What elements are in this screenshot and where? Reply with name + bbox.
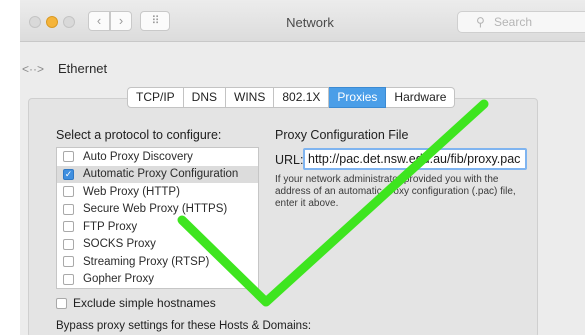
url-label: URL: <box>275 153 304 167</box>
tab-proxies[interactable]: Proxies <box>329 87 387 108</box>
protocol-heading: Select a protocol to configure: <box>56 128 222 142</box>
search-field[interactable]: ⚲ Search <box>457 11 585 33</box>
protocol-label: Gopher Proxy <box>83 273 154 286</box>
pac-help-text: If your network administrator provided y… <box>275 174 516 209</box>
minimize-window-button[interactable] <box>46 16 58 28</box>
pane-back-icon[interactable]: <··> <box>22 58 50 80</box>
protocol-label: Web Proxy (HTTP) <box>83 185 180 198</box>
protocol-row-socks-proxy[interactable]: SOCKS Proxy <box>57 236 258 254</box>
tab-hardware[interactable]: Hardware <box>386 87 456 108</box>
pac-url-input[interactable]: http://pac.det.nsw.edu.au/fib/proxy.pac <box>303 148 527 170</box>
protocol-checkbox-checked[interactable]: ✓ <box>63 168 74 180</box>
zoom-window-button[interactable] <box>63 16 75 28</box>
protocol-label: Auto Proxy Discovery <box>83 150 193 163</box>
protocol-checkbox[interactable] <box>63 221 74 233</box>
tab-dns[interactable]: DNS <box>183 87 227 108</box>
search-icon: ⚲ <box>476 15 485 29</box>
show-all-grid-icon[interactable]: ⠿ <box>140 11 170 31</box>
protocol-checkbox[interactable] <box>63 186 74 198</box>
protocol-checkbox[interactable] <box>63 273 74 285</box>
window-title: Network <box>286 15 334 30</box>
tab-bar: TCP/IP DNS WINS 802.1X Proxies Hardware <box>127 87 456 108</box>
tab-8021x[interactable]: 802.1X <box>274 87 330 108</box>
search-placeholder: Search <box>494 15 533 29</box>
back-button[interactable]: ‹ <box>88 11 110 31</box>
pane-title: Ethernet <box>58 61 108 76</box>
protocol-row-streaming-proxy[interactable]: Streaming Proxy (RTSP) <box>57 253 258 271</box>
protocol-list[interactable]: Auto Proxy Discovery ✓ Automatic Proxy C… <box>56 147 259 289</box>
protocol-label: SOCKS Proxy <box>83 238 156 251</box>
forward-button[interactable]: › <box>110 11 132 31</box>
exclude-label: Exclude simple hostnames <box>73 296 216 310</box>
protocol-row-secure-web-proxy[interactable]: Secure Web Proxy (HTTPS) <box>57 201 258 219</box>
tab-wins[interactable]: WINS <box>226 87 275 108</box>
protocol-row-auto-discovery[interactable]: Auto Proxy Discovery <box>57 148 258 166</box>
protocol-checkbox[interactable] <box>63 256 74 268</box>
protocol-label: Secure Web Proxy (HTTPS) <box>83 203 228 216</box>
close-window-button[interactable] <box>29 16 41 28</box>
title-bar: ‹ › ⠿ Network ⚲ Search <box>20 0 585 42</box>
protocol-label: Streaming Proxy (RTSP) <box>83 255 210 268</box>
protocol-checkbox[interactable] <box>63 238 74 250</box>
protocol-row-ftp-proxy[interactable]: FTP Proxy <box>57 218 258 236</box>
bypass-label: Bypass proxy settings for these Hosts & … <box>56 320 312 332</box>
protocol-row-auto-config[interactable]: ✓ Automatic Proxy Configuration <box>57 165 258 183</box>
protocol-checkbox[interactable] <box>63 203 74 215</box>
pac-heading: Proxy Configuration File <box>275 128 409 142</box>
exclude-checkbox[interactable] <box>56 297 67 309</box>
protocol-label: Automatic Proxy Configuration <box>83 168 239 181</box>
protocol-checkbox[interactable] <box>63 151 74 163</box>
protocol-label: FTP Proxy <box>83 220 138 233</box>
exclude-simple-hostnames[interactable]: Exclude simple hostnames <box>56 296 216 310</box>
protocol-row-web-proxy[interactable]: Web Proxy (HTTP) <box>57 183 258 201</box>
protocol-row-gopher-proxy[interactable]: Gopher Proxy <box>57 271 258 289</box>
tab-tcpip[interactable]: TCP/IP <box>127 87 184 108</box>
